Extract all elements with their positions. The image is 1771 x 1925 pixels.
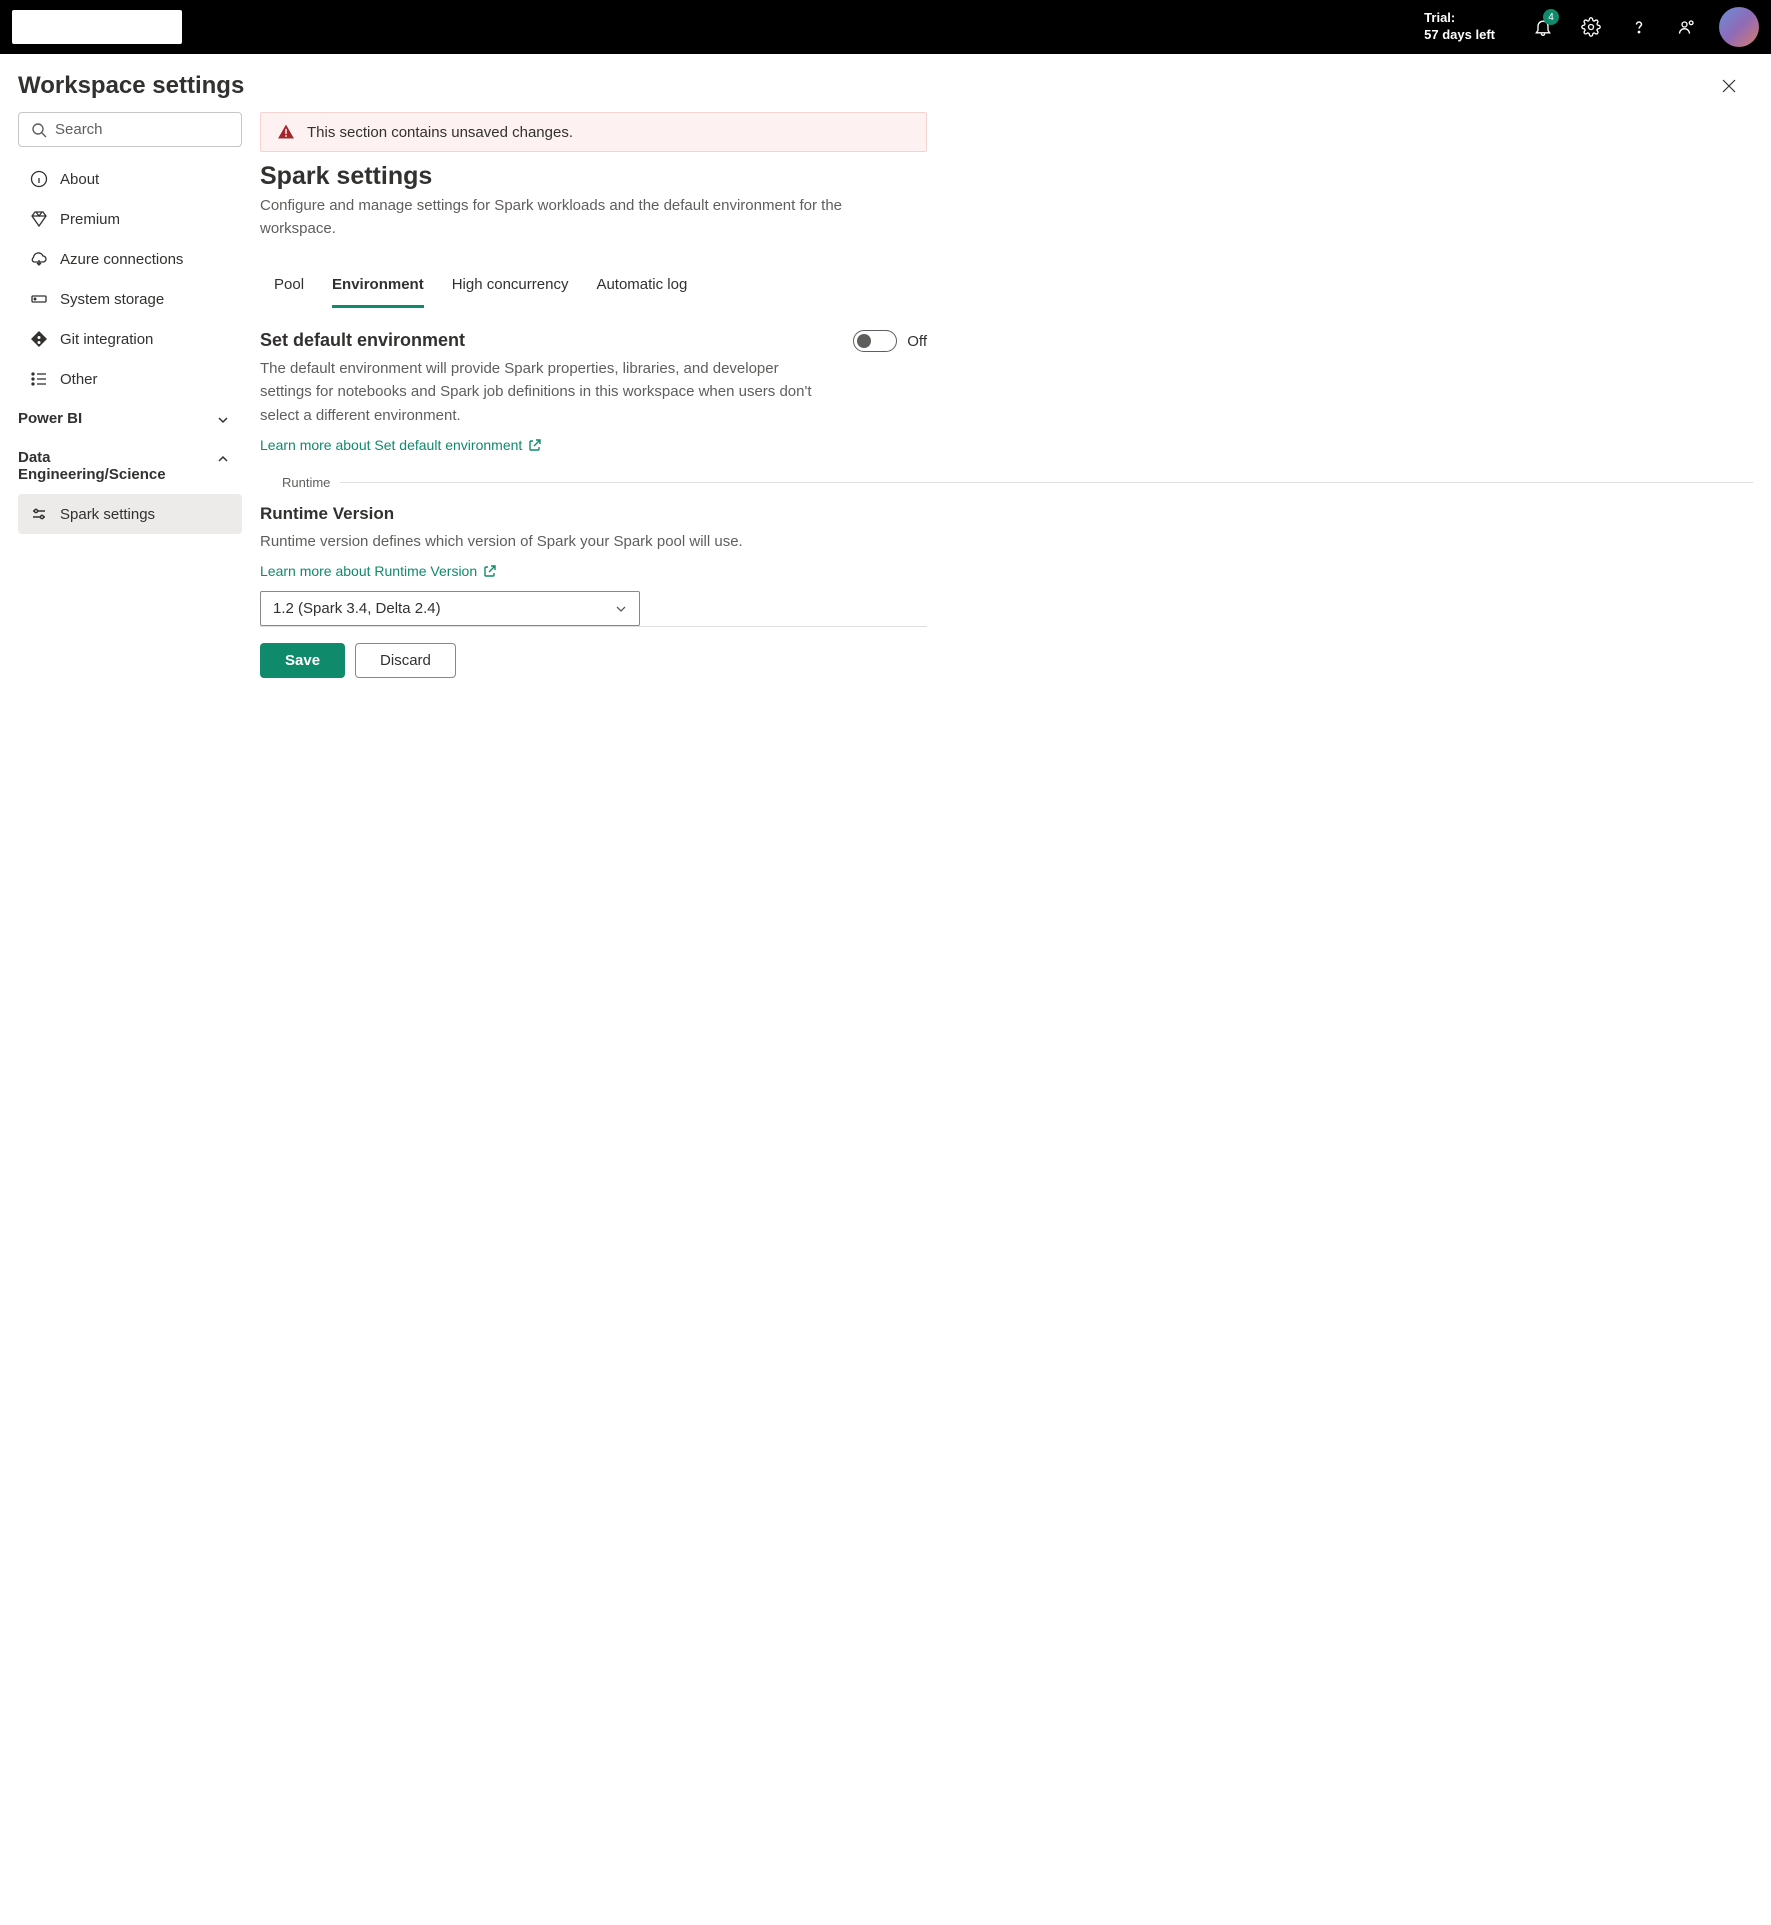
- warning-icon: [277, 123, 295, 141]
- cloud-icon: [30, 250, 48, 268]
- learn-more-runtime-link[interactable]: Learn more about Runtime Version: [260, 563, 497, 579]
- page-body: Workspace settings Search About Premium: [0, 54, 1771, 698]
- footer-actions: Save Discard: [260, 626, 927, 698]
- sidebar-item-label: Premium: [60, 211, 120, 228]
- notifications-button[interactable]: 4: [1519, 3, 1567, 51]
- sidebar-item-about[interactable]: About: [18, 159, 242, 199]
- link-text: Learn more about Runtime Version: [260, 563, 477, 579]
- list-icon: [30, 370, 48, 388]
- help-button[interactable]: [1615, 3, 1663, 51]
- trial-line1: Trial:: [1424, 10, 1495, 27]
- sidebar-item-label: Other: [60, 371, 98, 388]
- sidebar-item-azure[interactable]: Azure connections: [18, 239, 242, 279]
- sidebar-item-label: Git integration: [60, 331, 153, 348]
- sidebar-item-storage[interactable]: System storage: [18, 279, 242, 319]
- section-description: Configure and manage settings for Spark …: [260, 195, 880, 240]
- feedback-button[interactable]: [1663, 3, 1711, 51]
- search-input[interactable]: Search: [18, 112, 242, 147]
- runtime-group-label: Runtime: [260, 475, 340, 490]
- page-title: Workspace settings: [18, 72, 244, 100]
- tab-pool[interactable]: Pool: [274, 266, 304, 308]
- top-bar: Trial: 57 days left 4: [0, 0, 1771, 54]
- section-title: Spark settings: [260, 162, 1753, 191]
- chevron-up-icon: [216, 452, 230, 466]
- default-env-toggle[interactable]: [853, 330, 897, 352]
- tab-high-concurrency[interactable]: High concurrency: [452, 266, 569, 308]
- sidebar-item-other[interactable]: Other: [18, 359, 242, 399]
- sidebar-item-label: About: [60, 171, 99, 188]
- close-icon: [1721, 78, 1737, 94]
- chevron-down-icon: [216, 413, 230, 427]
- sidebar-item-label: Spark settings: [60, 506, 155, 523]
- content-pane: This section contains unsaved changes. S…: [260, 112, 1753, 698]
- link-text: Learn more about Set default environment: [260, 437, 522, 453]
- diamond-icon: [30, 210, 48, 228]
- sliders-icon: [30, 505, 48, 523]
- info-icon: [30, 170, 48, 188]
- save-button[interactable]: Save: [260, 643, 345, 678]
- user-avatar[interactable]: [1719, 7, 1759, 47]
- git-icon: [30, 330, 48, 348]
- sidebar-item-premium[interactable]: Premium: [18, 199, 242, 239]
- sidebar-group-data-engineering[interactable]: Data Engineering/Science: [18, 438, 242, 494]
- unsaved-changes-alert: This section contains unsaved changes.: [260, 112, 927, 152]
- sidebar-item-spark-settings[interactable]: Spark settings: [18, 494, 242, 534]
- settings-sidebar: Search About Premium Azure connections: [18, 112, 242, 698]
- external-link-icon: [483, 564, 497, 578]
- search-placeholder: Search: [55, 121, 103, 138]
- alert-text: This section contains unsaved changes.: [307, 124, 573, 141]
- select-value: 1.2 (Spark 3.4, Delta 2.4): [273, 600, 441, 617]
- storage-icon: [30, 290, 48, 308]
- people-icon: [1677, 17, 1697, 37]
- sidebar-group-powerbi[interactable]: Power BI: [18, 399, 242, 438]
- discard-button[interactable]: Discard: [355, 643, 456, 678]
- runtime-version-select[interactable]: 1.2 (Spark 3.4, Delta 2.4): [260, 591, 640, 626]
- sidebar-item-git[interactable]: Git integration: [18, 319, 242, 359]
- toggle-state-label: Off: [907, 333, 927, 350]
- sidebar-group-label: Power BI: [18, 410, 82, 427]
- sidebar-item-label: System storage: [60, 291, 164, 308]
- global-search-box[interactable]: [12, 10, 182, 44]
- trial-status: Trial: 57 days left: [1424, 10, 1495, 44]
- question-icon: [1629, 17, 1649, 37]
- notification-badge: 4: [1543, 9, 1559, 25]
- settings-button[interactable]: [1567, 3, 1615, 51]
- search-icon: [31, 122, 47, 138]
- gear-icon: [1581, 17, 1601, 37]
- sidebar-group-label: Data Engineering/Science: [18, 449, 178, 483]
- runtime-version-description: Runtime version defines which version of…: [260, 530, 840, 553]
- learn-more-default-env-link[interactable]: Learn more about Set default environment: [260, 437, 542, 453]
- default-env-title: Set default environment: [260, 330, 829, 351]
- tab-environment[interactable]: Environment: [332, 266, 424, 308]
- tab-automatic-log[interactable]: Automatic log: [596, 266, 687, 308]
- runtime-version-title: Runtime Version: [260, 504, 927, 524]
- sidebar-item-label: Azure connections: [60, 251, 183, 268]
- default-env-description: The default environment will provide Spa…: [260, 357, 829, 427]
- external-link-icon: [528, 438, 542, 452]
- close-button[interactable]: [1713, 70, 1745, 102]
- chevron-down-icon: [615, 603, 627, 615]
- trial-line2: 57 days left: [1424, 27, 1495, 44]
- tabs: Pool Environment High concurrency Automa…: [260, 266, 1753, 308]
